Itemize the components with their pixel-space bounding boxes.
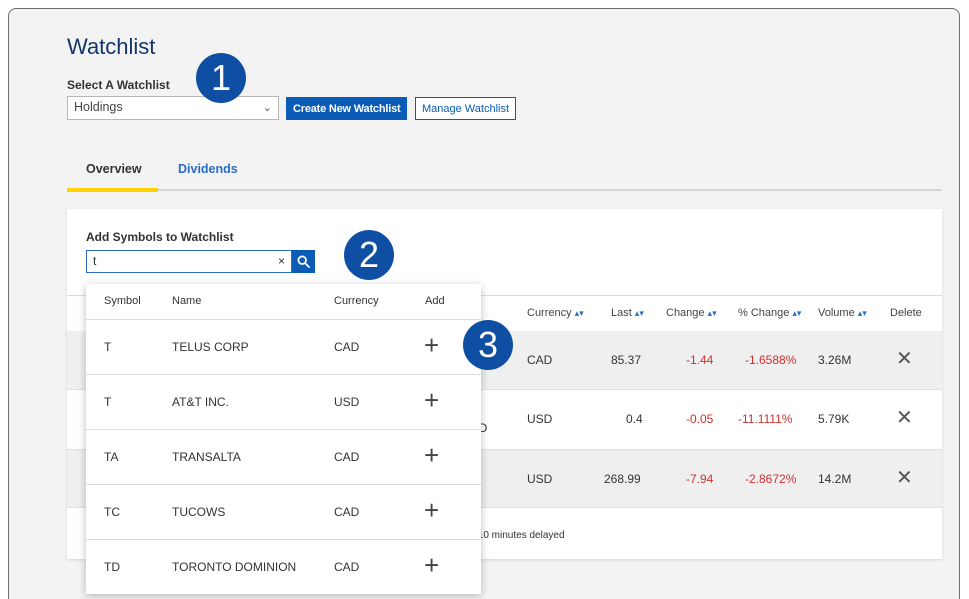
- result-name: TORONTO DOMINION: [172, 560, 297, 574]
- add-symbol-icon[interactable]: +: [424, 440, 439, 470]
- clear-icon[interactable]: ×: [278, 254, 285, 268]
- results-header-name: Name: [172, 295, 202, 307]
- result-symbol: T: [104, 340, 112, 354]
- cell-last: 268.99: [604, 472, 641, 486]
- cell-last: 85.37: [611, 353, 642, 367]
- column-header-change[interactable]: Change ▴▾: [666, 307, 717, 319]
- search-icon: [297, 255, 310, 268]
- result-symbol: T: [104, 395, 112, 409]
- symbol-search-value: t: [93, 254, 97, 268]
- cell-change: -7.94: [686, 472, 714, 486]
- result-currency: CAD: [334, 450, 360, 464]
- result-currency: CAD: [334, 505, 360, 519]
- cell-volume: 14.2M: [818, 472, 852, 486]
- column-header-pct-change[interactable]: % Change ▴▾: [738, 307, 801, 319]
- tab-dividends[interactable]: Dividends: [178, 162, 238, 176]
- result-currency: USD: [334, 395, 360, 409]
- results-header-add: Add: [425, 295, 445, 307]
- cell-volume: 3.26M: [818, 353, 852, 367]
- tabs-divider: [67, 189, 942, 191]
- column-header-last[interactable]: Last ▴▾: [611, 307, 644, 319]
- step-callout-2: 2: [344, 230, 394, 280]
- cell-currency: CAD: [527, 353, 553, 367]
- add-symbol-icon[interactable]: +: [424, 330, 439, 360]
- step-callout-3: 3: [463, 320, 513, 370]
- cell-pct-change: -2.8672%: [745, 472, 797, 486]
- active-tab-indicator: [67, 188, 158, 192]
- result-symbol: TD: [104, 560, 120, 574]
- results-header-currency: Currency: [334, 295, 379, 307]
- watchlist-select[interactable]: Holdings ⌄: [67, 96, 279, 120]
- delay-note: s 10 minutes delayed: [470, 530, 565, 541]
- add-symbol-icon[interactable]: +: [424, 495, 439, 525]
- result-row[interactable]: T TELUS CORP CAD +: [86, 319, 481, 374]
- watchlist-select-value: Holdings: [74, 100, 123, 114]
- sort-icon: ▴▾: [857, 308, 867, 318]
- cell-currency: USD: [527, 412, 553, 426]
- sort-icon: ▴▾: [792, 308, 802, 318]
- result-row[interactable]: TD TORONTO DOMINION CAD +: [86, 539, 481, 594]
- result-row[interactable]: TA TRANSALTA CAD +: [86, 429, 481, 484]
- cell-last: 0.4: [626, 412, 643, 426]
- cell-change: -0.05: [686, 412, 714, 426]
- column-header-volume[interactable]: Volume ▴▾: [818, 307, 867, 319]
- chevron-down-icon: ⌄: [262, 102, 272, 114]
- column-header-currency[interactable]: Currency ▴▾: [527, 307, 584, 319]
- column-header-delete: Delete: [890, 307, 922, 319]
- result-symbol: TA: [104, 450, 119, 464]
- add-symbol-icon[interactable]: +: [424, 550, 439, 580]
- search-button[interactable]: [292, 250, 315, 273]
- result-symbol: TC: [104, 505, 120, 519]
- result-currency: CAD: [334, 340, 360, 354]
- cell-change: -1.44: [686, 353, 714, 367]
- step-callout-1: 1: [196, 53, 246, 103]
- cell-pct-change: -11.1111%: [738, 412, 793, 426]
- symbol-search-input[interactable]: t ×: [86, 250, 292, 273]
- page-title: Watchlist: [67, 34, 156, 59]
- results-header-symbol: Symbol: [104, 295, 141, 307]
- cell-currency: USD: [527, 472, 553, 486]
- tab-overview[interactable]: Overview: [86, 162, 142, 176]
- result-row[interactable]: T AT&T INC. USD +: [86, 374, 481, 429]
- create-watchlist-button[interactable]: Create New Watchlist: [286, 97, 408, 120]
- delete-icon[interactable]: ✕: [896, 346, 913, 371]
- select-watchlist-label: Select A Watchlist: [67, 78, 170, 92]
- delete-icon[interactable]: ✕: [896, 405, 913, 430]
- result-row[interactable]: TC TUCOWS CAD +: [86, 484, 481, 539]
- delete-icon[interactable]: ✕: [896, 465, 913, 490]
- sort-icon: ▴▾: [707, 308, 717, 318]
- result-currency: CAD: [334, 560, 360, 574]
- manage-watchlist-button[interactable]: Manage Watchlist: [415, 97, 517, 120]
- result-name: TRANSALTA: [172, 450, 241, 464]
- result-name: TELUS CORP: [172, 340, 249, 354]
- cell-volume: 5.79K: [818, 412, 850, 426]
- cell-pct-change: -1.6588%: [745, 353, 797, 367]
- result-name: TUCOWS: [172, 505, 226, 519]
- add-symbol-icon[interactable]: +: [424, 385, 439, 415]
- sort-icon: ▴▾: [574, 308, 584, 318]
- add-symbols-label: Add Symbols to Watchlist: [86, 230, 234, 244]
- symbol-search-results: Symbol Name Currency Add T TELUS CORP CA…: [86, 284, 481, 594]
- sort-icon: ▴▾: [634, 308, 644, 318]
- result-name: AT&T INC.: [172, 395, 229, 409]
